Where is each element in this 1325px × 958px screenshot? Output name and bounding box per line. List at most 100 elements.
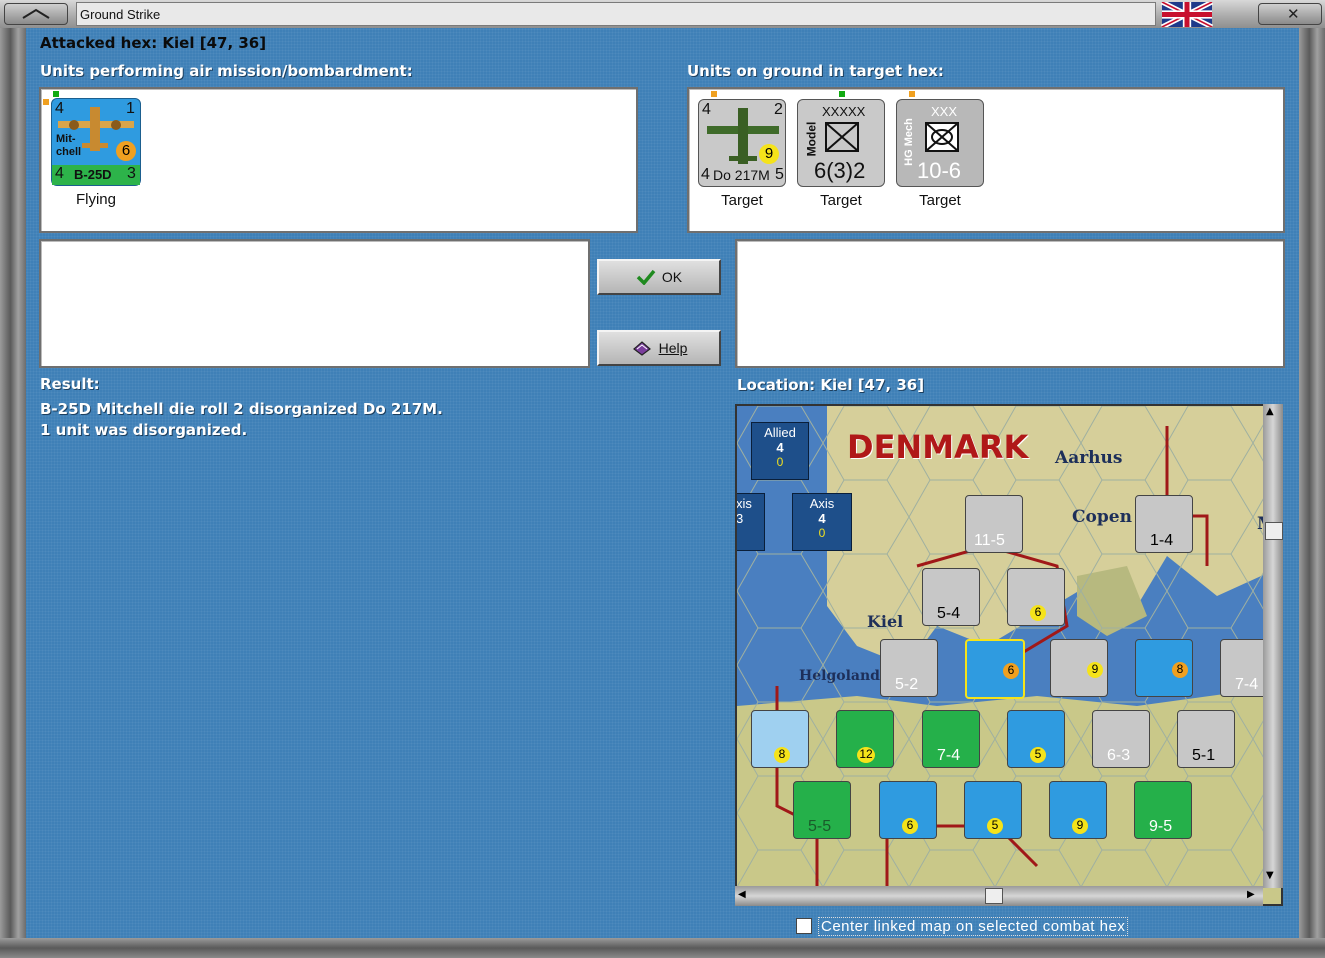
map-counter[interactable]: 5-5	[793, 781, 851, 839]
map-country-label: DENMARK	[847, 428, 1029, 466]
unit-bottom-left: 4	[55, 165, 64, 182]
map-city-label: Copen	[1072, 507, 1132, 527]
close-icon: ✕	[1287, 5, 1300, 23]
scroll-thumb[interactable]	[985, 888, 1003, 904]
counter-value: 7-4	[1235, 676, 1259, 693]
result-text: B-25D Mitchell die roll 2 disorganized D…	[40, 399, 443, 441]
unit-top-left: 4	[55, 100, 64, 117]
ground-unit-model[interactable]: XXXXX Model 6(3)2 Target	[797, 99, 885, 209]
map-counter[interactable]: 8	[1135, 639, 1193, 697]
marker-dot	[839, 91, 845, 97]
counter-value: 5	[987, 818, 1003, 834]
unit-type: B-25D	[74, 167, 112, 182]
counter-value: 5-1	[1192, 747, 1216, 764]
axis-partial-label: xis	[736, 496, 752, 511]
attacked-hex-label: Attacked hex: Kiel [47, 36]	[40, 34, 267, 52]
map-counter[interactable]: 7-4	[922, 710, 980, 768]
map-counter[interactable]: 6	[879, 781, 937, 839]
help-label: Help	[658, 340, 688, 356]
map-counter[interactable]: 6	[965, 639, 1025, 699]
map-counter[interactable]: 11-5	[965, 495, 1023, 553]
counter-value: 8	[774, 747, 790, 763]
result-line: 1 unit was disorganized.	[40, 421, 248, 439]
counter-value: 1-4	[1150, 532, 1174, 549]
infantry-symbol-icon	[825, 122, 859, 152]
help-book-icon	[632, 341, 651, 356]
ground-unit-hg-mech[interactable]: XXX HG Mech 10-6 Target	[896, 99, 984, 209]
axis-sub: 0	[818, 526, 826, 540]
map-counter[interactable]: 8	[751, 710, 809, 768]
map-counter[interactable]: 6	[1007, 568, 1065, 626]
scroll-right-icon[interactable]: ▶	[1247, 889, 1255, 900]
scroll-down-icon[interactable]: ▼	[1266, 870, 1274, 881]
frame-left	[0, 28, 26, 938]
center-map-checkbox[interactable]	[796, 918, 812, 934]
map-counter[interactable]: 1-4	[1135, 495, 1193, 553]
allied-value: 4	[776, 440, 784, 455]
frame-right	[1299, 28, 1325, 938]
ground-units-heading: Units on ground in target hex:	[687, 62, 944, 80]
window-menu-icon	[22, 8, 50, 19]
allied-label: Allied	[764, 425, 796, 440]
air-unit-b25d[interactable]: 4 1 Mit-chell 6 4 B-25D 3 Flying	[51, 98, 141, 208]
map-counter[interactable]: 5	[964, 781, 1022, 839]
unit-bottom-right: 3	[127, 165, 136, 182]
ground-unit-do217m[interactable]: 4 2 9 4 Do 217M 5 Target	[698, 99, 786, 209]
counter-value: 6	[902, 818, 918, 834]
marker-dot	[909, 91, 915, 97]
unit-badge: 6	[116, 141, 136, 161]
map-counter[interactable]: 5-2	[880, 639, 938, 697]
marker-dot	[711, 91, 717, 97]
unit-badge: 9	[759, 144, 779, 164]
mech-symbol-icon	[925, 122, 959, 152]
result-line: B-25D Mitchell die roll 2 disorganized D…	[40, 400, 443, 418]
unit-top-right: 2	[774, 101, 783, 118]
counter-value: 5-2	[895, 676, 919, 693]
axis-box: Axis 4 0	[792, 493, 852, 551]
scroll-left-icon[interactable]: ◀	[738, 889, 746, 900]
map-counter[interactable]: 5-4	[922, 568, 980, 626]
counter-value: 6	[1003, 663, 1019, 679]
linked-map[interactable]: Allied 4 0 xis 3 Axis 4 0 DENMARK Aarhus…	[735, 404, 1283, 906]
center-map-label[interactable]: Center linked map on selected combat hex	[818, 916, 1129, 936]
axis-label: Axis	[809, 496, 835, 511]
map-horizontal-scrollbar[interactable]: ◀ ▶	[735, 886, 1263, 906]
center-map-option[interactable]: Center linked map on selected combat hex	[796, 915, 1129, 937]
help-button[interactable]: Help	[597, 330, 721, 366]
location-heading: Location: Kiel [47, 36]	[737, 376, 925, 394]
marker-dot	[43, 99, 49, 105]
counter-value: 7-4	[937, 747, 961, 764]
map-counter[interactable]: 9	[1050, 639, 1108, 697]
map-counter[interactable]: 6-3	[1092, 710, 1150, 768]
window-menu-button[interactable]	[4, 3, 68, 25]
map-counter[interactable]: 9	[1049, 781, 1107, 839]
scroll-thumb[interactable]	[1265, 522, 1283, 540]
defender-details-panel	[735, 239, 1285, 368]
counter-value: 8	[1172, 662, 1188, 678]
map-counter[interactable]: 5-1	[1177, 710, 1235, 768]
counter-value: 5	[1030, 747, 1046, 763]
ok-button[interactable]: OK	[597, 259, 721, 295]
close-button[interactable]: ✕	[1258, 3, 1322, 25]
unit-status: Flying	[75, 191, 116, 208]
axis-partial-value: 3	[736, 511, 744, 526]
map-city-label: Aarhus	[1055, 448, 1123, 468]
map-vertical-scrollbar[interactable]: ▲ ▼	[1263, 404, 1283, 888]
map-counter[interactable]: 9-5	[1134, 781, 1192, 839]
frame-bottom	[0, 938, 1325, 958]
counter-value: 6	[1030, 605, 1046, 621]
map-counter[interactable]: 5	[1007, 710, 1065, 768]
unit-bottom-right: 5	[775, 166, 784, 183]
air-units-panel: 4 1 Mit-chell 6 4 B-25D 3 Flying	[39, 87, 638, 233]
unit-size: XXX	[931, 104, 958, 119]
unit-status: Target	[919, 192, 961, 209]
counter-value: 9	[1072, 818, 1088, 834]
map-counter[interactable]: 12	[836, 710, 894, 768]
counter-value: 9	[1087, 662, 1103, 678]
scroll-up-icon[interactable]: ▲	[1266, 406, 1274, 417]
axis-box-partial: xis 3	[736, 493, 765, 551]
uk-flag-icon[interactable]	[1160, 2, 1214, 27]
counter-value: 9-5	[1149, 818, 1173, 835]
counter-value: 5-5	[808, 818, 832, 835]
allied-sub: 0	[776, 455, 784, 469]
